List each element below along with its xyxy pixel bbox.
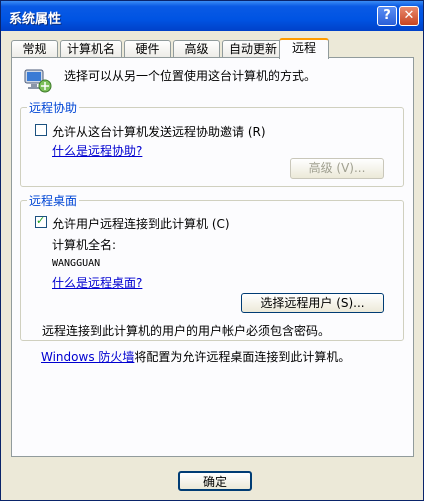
- intro-text: 选择可以从另一个位置使用这台计算机的方式。: [64, 69, 317, 83]
- what-is-remote-assistance-link[interactable]: 什么是远程协助?: [52, 142, 142, 159]
- advanced-button[interactable]: 高级 (V)...: [290, 158, 384, 179]
- firewall-note: Windows 防火墙将配置为允许远程桌面连接到此计算机。: [41, 348, 350, 365]
- remote-assistance-checkbox-label[interactable]: 允许从这台计算机发送远程协助邀请 (R): [52, 123, 266, 140]
- remote-desktop-group: 远程桌面 允许用户远程连接到此计算机 (C) 计算机全名: WANGGUAN 什…: [20, 192, 404, 341]
- title-bar[interactable]: 系统属性 ? ✕: [1, 1, 423, 31]
- remote-assistance-checkbox[interactable]: [35, 124, 47, 136]
- remote-desktop-checkbox-label[interactable]: 允许用户远程连接到此计算机 (C): [52, 215, 230, 232]
- select-remote-users-button[interactable]: 选择远程用户 (S)...: [241, 293, 384, 313]
- tab-remote[interactable]: 远程: [279, 38, 329, 59]
- password-note: 远程连接到此计算机的用户的用户帐户必须包含密码。: [42, 324, 331, 338]
- system-properties-window: 系统属性 ? ✕ 常规 计算机名 硬件 高级 自动更新 远程 选择可以从另一个位…: [0, 0, 424, 501]
- tab-general[interactable]: 常规: [11, 40, 58, 58]
- windows-firewall-link[interactable]: Windows 防火墙: [41, 350, 134, 364]
- help-icon: ?: [383, 8, 391, 23]
- tab-advanced[interactable]: 高级: [173, 40, 220, 58]
- remote-assistance-legend: 远程协助: [27, 99, 80, 116]
- tab-computer-name[interactable]: 计算机名: [60, 40, 122, 58]
- computer-full-name-value: WANGGUAN: [52, 258, 101, 269]
- remote-assistance-group: 远程协助 允许从这台计算机发送远程协助邀请 (R) 什么是远程协助? 高级 (V…: [20, 99, 404, 187]
- remote-desktop-checkbox[interactable]: [35, 214, 47, 228]
- computer-network-icon: [24, 69, 52, 93]
- tab-auto-update[interactable]: 自动更新: [222, 40, 284, 58]
- help-button[interactable]: ?: [377, 6, 397, 26]
- dialog-button-bar: 确定: [2, 467, 422, 497]
- close-button[interactable]: ✕: [399, 6, 419, 26]
- close-icon: ✕: [403, 8, 415, 23]
- what-is-remote-desktop-link[interactable]: 什么是远程桌面?: [52, 274, 142, 291]
- tab-hardware[interactable]: 硬件: [124, 40, 171, 58]
- ok-button[interactable]: 确定: [178, 471, 252, 491]
- remote-desktop-legend: 远程桌面: [27, 192, 80, 209]
- window-title: 系统属性: [9, 12, 62, 27]
- computer-full-name-label: 计算机全名:: [52, 238, 117, 252]
- remote-tab-panel: 选择可以从另一个位置使用这台计算机的方式。 远程协助 允许从这台计算机发送远程协…: [11, 57, 414, 457]
- firewall-note-text: 将配置为允许远程桌面连接到此计算机。: [134, 350, 351, 364]
